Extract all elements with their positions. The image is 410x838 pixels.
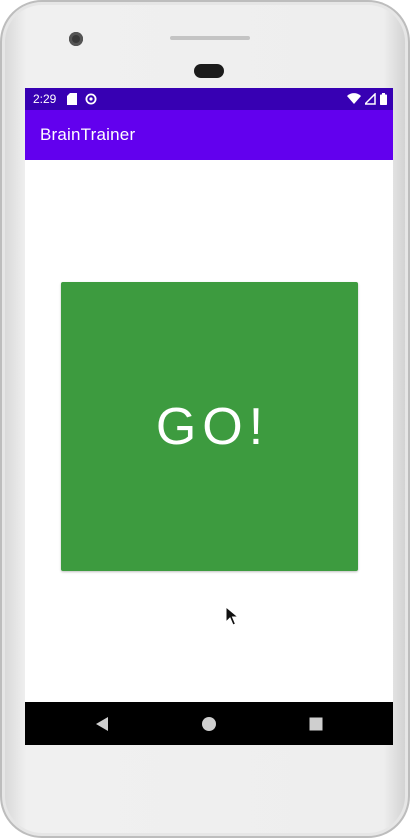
status-bar: 2:29	[25, 88, 393, 110]
mouse-cursor-icon	[225, 606, 239, 626]
signal-icon	[365, 93, 376, 105]
back-icon[interactable]	[93, 715, 111, 733]
screen: 2:29 BrainTrainer GO!	[25, 88, 393, 745]
go-button[interactable]: GO!	[61, 282, 358, 571]
phone-frame: 2:29 BrainTrainer GO!	[0, 0, 410, 838]
sd-card-icon	[67, 93, 77, 105]
battery-icon	[380, 93, 387, 105]
earpiece	[194, 64, 224, 78]
app-bar: BrainTrainer	[25, 110, 393, 160]
wifi-icon	[347, 93, 361, 104]
status-right-icons	[347, 92, 387, 106]
navigation-bar	[25, 702, 393, 745]
data-saver-icon	[85, 93, 97, 105]
status-time: 2:29	[33, 92, 57, 106]
status-left-icons	[67, 92, 97, 106]
front-camera	[69, 32, 83, 46]
app-title: BrainTrainer	[40, 125, 136, 144]
home-icon[interactable]	[200, 715, 218, 733]
speaker-grille	[170, 36, 250, 40]
recents-icon[interactable]	[307, 715, 325, 733]
